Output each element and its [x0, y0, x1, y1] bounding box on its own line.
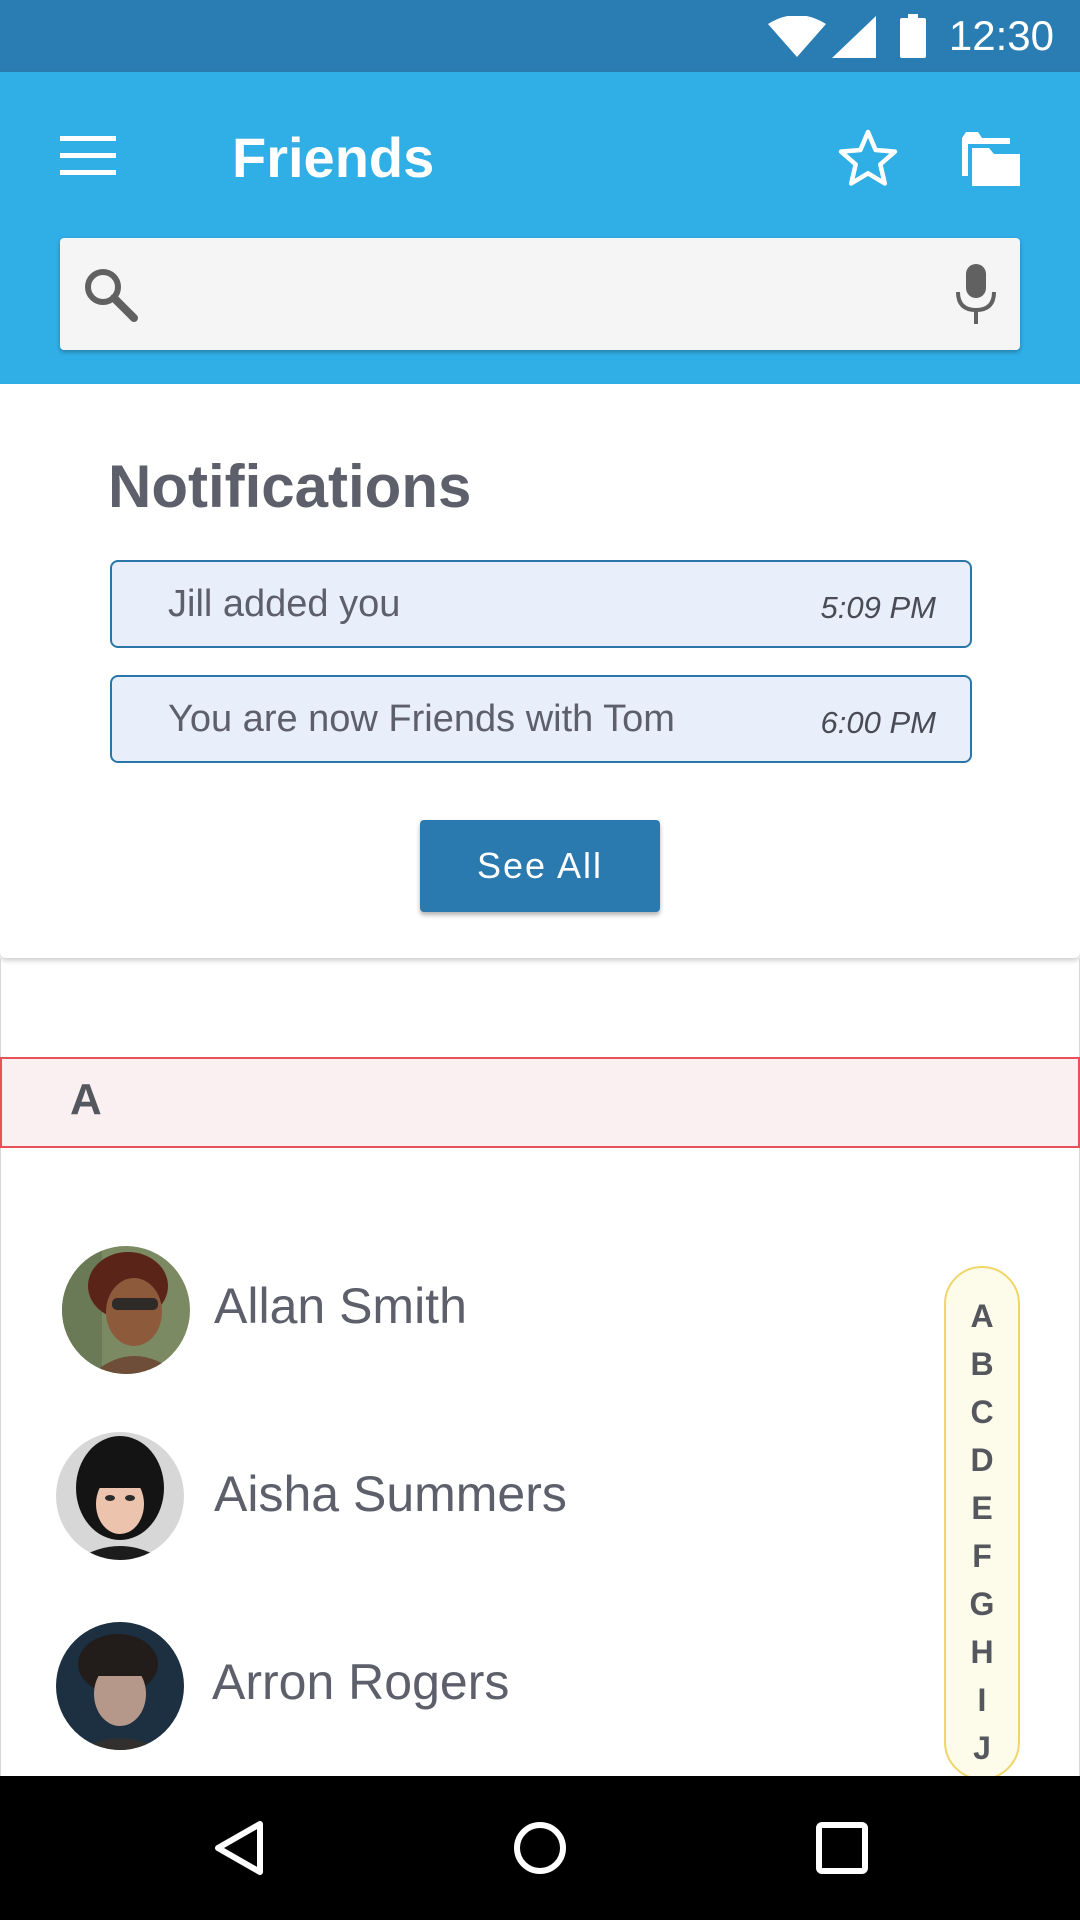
- page-title: Friends: [232, 126, 435, 189]
- alphabet-index-letter[interactable]: A: [944, 1296, 1020, 1336]
- contact-name[interactable]: Allan Smith: [214, 1276, 467, 1336]
- back-icon[interactable]: [212, 1820, 264, 1876]
- notification-item[interactable]: You are now Friends with Tom 6:00 PM: [110, 675, 972, 763]
- wifi-icon: [768, 16, 826, 57]
- home-icon[interactable]: [512, 1820, 568, 1876]
- notifications-title: Notifications: [108, 453, 472, 520]
- mic-icon[interactable]: [954, 264, 998, 324]
- alphabet-index-letter[interactable]: C: [944, 1392, 1020, 1432]
- notification-text: Jill added you: [168, 583, 401, 625]
- alphabet-index-letter[interactable]: J: [944, 1728, 1020, 1768]
- alphabet-index-letter[interactable]: E: [944, 1488, 1020, 1528]
- section-header: [0, 1057, 1080, 1148]
- search-icon: [85, 269, 138, 322]
- folder-icon[interactable]: [962, 132, 1020, 186]
- alphabet-index-letter[interactable]: F: [944, 1536, 1020, 1576]
- alphabet-index-letter[interactable]: I: [944, 1680, 1020, 1720]
- signal-icon: [832, 16, 876, 58]
- alphabet-index-letter[interactable]: B: [944, 1344, 1020, 1384]
- notification-time: 5:09 PM: [820, 590, 936, 625]
- status-time: 12:30: [948, 12, 1054, 59]
- alphabet-index-letter[interactable]: H: [944, 1632, 1020, 1672]
- notification-text: You are now Friends with Tom: [168, 698, 675, 740]
- avatar[interactable]: [62, 1246, 190, 1374]
- star-icon[interactable]: [838, 128, 898, 188]
- contact-name[interactable]: Aisha Summers: [214, 1464, 567, 1524]
- section-header-letter: A: [70, 1075, 102, 1124]
- battery-icon: [900, 14, 926, 58]
- avatar[interactable]: [56, 1432, 184, 1560]
- alphabet-index-letter[interactable]: G: [944, 1584, 1020, 1624]
- search-input[interactable]: [150, 252, 934, 338]
- avatar[interactable]: [56, 1622, 184, 1750]
- alphabet-index-letter[interactable]: D: [944, 1440, 1020, 1480]
- contact-name[interactable]: Arron Rogers: [212, 1652, 509, 1712]
- recents-icon[interactable]: [816, 1822, 868, 1874]
- notification-time: 6:00 PM: [820, 705, 936, 740]
- notification-item[interactable]: Jill added you 5:09 PM: [110, 560, 972, 648]
- menu-icon[interactable]: [60, 136, 116, 176]
- see-all-button[interactable]: See All: [420, 820, 660, 912]
